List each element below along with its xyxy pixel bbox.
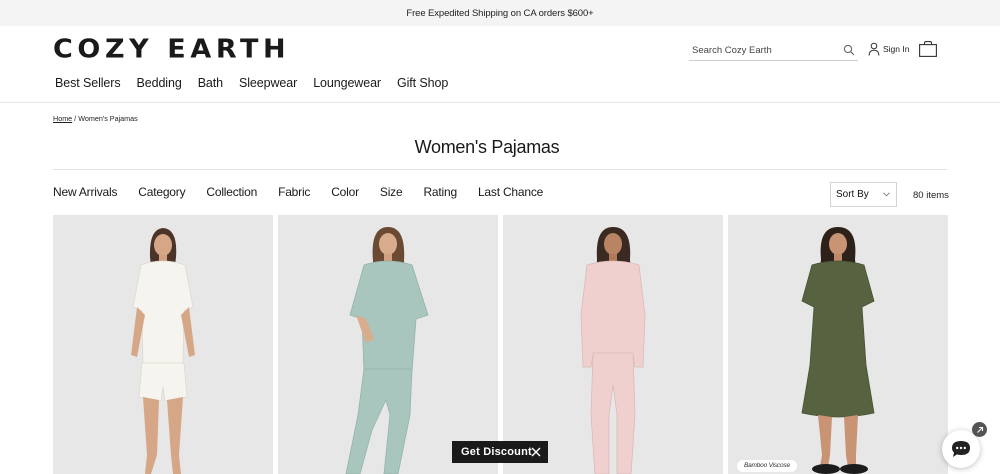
product-bottom: [138, 362, 188, 402]
result-count: 80 items: [913, 190, 949, 201]
sign-in-label: Sign In: [883, 44, 910, 54]
page-title: Women's Pajamas: [0, 137, 1000, 158]
page-title-text: Women's Pajamas: [414, 137, 560, 157]
breadcrumb: Home / Women's Pajamas: [53, 114, 138, 123]
nav-best-sellers[interactable]: Best Sellers: [55, 75, 121, 91]
shopping-bag-icon[interactable]: [919, 41, 937, 57]
filter-bar: New Arrivals Category Collection Fabric …: [53, 185, 543, 199]
nav-sleepwear[interactable]: Sleepwear: [239, 75, 297, 91]
product-image: [801, 227, 875, 474]
product-card[interactable]: [278, 215, 498, 474]
product-image: [131, 228, 195, 474]
filter-new-arrivals[interactable]: New Arrivals: [53, 185, 117, 199]
sort-select[interactable]: Sort By: [830, 182, 897, 207]
brand-logo[interactable]: COZY EARTH: [53, 37, 290, 63]
filter-size[interactable]: Size: [380, 185, 403, 199]
breadcrumb-home[interactable]: Home: [53, 114, 72, 123]
filter-fabric[interactable]: Fabric: [278, 185, 310, 199]
product-top: [580, 260, 646, 368]
product-dress: [801, 260, 875, 418]
product-card[interactable]: [503, 215, 723, 474]
product-image: [345, 227, 429, 474]
header-divider: [0, 102, 1000, 103]
product-image: [580, 227, 646, 474]
search-icon[interactable]: [843, 44, 855, 56]
breadcrumb-current: Women's Pajamas: [78, 114, 138, 123]
sign-in-link[interactable]: Sign In: [868, 42, 909, 56]
search-input[interactable]: [692, 43, 837, 57]
sort-label: Sort By: [836, 189, 869, 200]
product-bottom: [345, 368, 413, 474]
fabric-badge: Bamboo Viscose: [737, 460, 797, 472]
product-card[interactable]: Bamboo Viscose: [728, 215, 948, 474]
filter-color[interactable]: Color: [331, 185, 359, 199]
filter-rating[interactable]: Rating: [423, 185, 457, 199]
chat-bubble-icon: [952, 441, 970, 457]
product-grid: Bamboo Viscose: [53, 215, 948, 474]
filter-last-chance[interactable]: Last Chance: [478, 185, 543, 199]
filter-category[interactable]: Category: [138, 185, 185, 199]
chat-launcher-button[interactable]: [942, 430, 980, 468]
user-icon: [868, 42, 880, 56]
filter-collection[interactable]: Collection: [206, 185, 257, 199]
promo-text: Free Expedited Shipping on CA orders $60…: [406, 7, 594, 19]
main-nav: Best Sellers Bedding Bath Sleepwear Loun…: [55, 75, 464, 91]
title-divider: [53, 169, 947, 170]
nav-loungewear[interactable]: Loungewear: [313, 75, 381, 91]
promo-bar: Free Expedited Shipping on CA orders $60…: [0, 0, 1000, 26]
search-box[interactable]: [689, 40, 858, 61]
close-icon[interactable]: [531, 447, 541, 457]
nav-bedding[interactable]: Bedding: [137, 75, 182, 91]
product-card[interactable]: [53, 215, 273, 474]
chevron-down-icon: [883, 192, 890, 197]
get-discount-button[interactable]: Get Discount: [452, 441, 548, 463]
get-discount-label: Get Discount: [461, 446, 532, 458]
nav-bath[interactable]: Bath: [198, 75, 223, 91]
product-bottom: [590, 352, 636, 474]
collapse-arrow-icon: [976, 426, 983, 433]
nav-gift-shop[interactable]: Gift Shop: [397, 75, 448, 91]
